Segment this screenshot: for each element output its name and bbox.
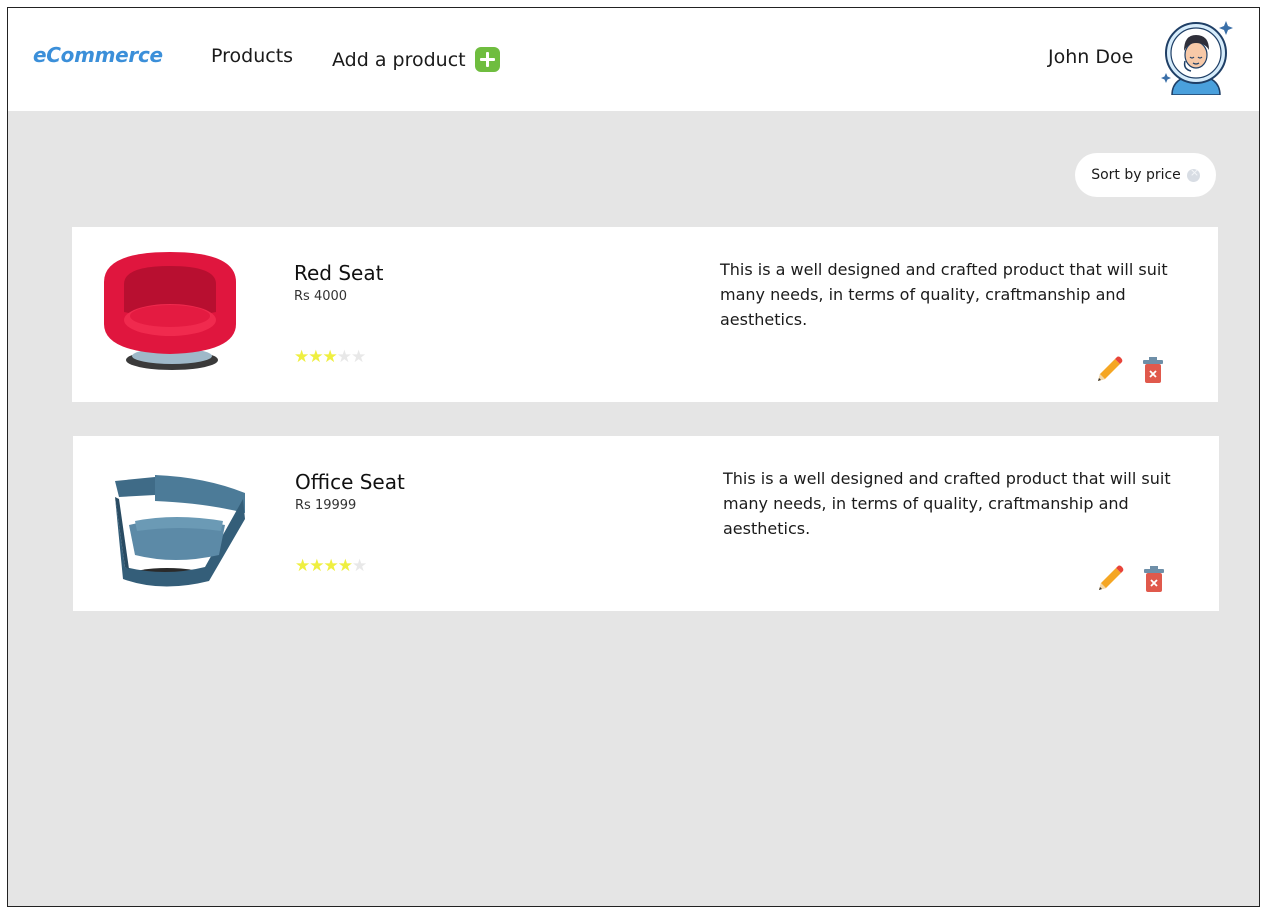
product-price: Rs 4000 (294, 289, 348, 304)
navbar: eCommerce Products Add a product John Do… (8, 8, 1259, 111)
product-name: Red Seat (294, 261, 384, 285)
astronaut-avatar-icon[interactable] (1158, 15, 1234, 95)
product-card: Office Seat Rs 19999 ★★★★★ This is a wel… (73, 436, 1219, 611)
star-filled-icon: ★ (323, 556, 339, 576)
product-description: This is a well designed and crafted prod… (720, 260, 1168, 329)
nav-add-product-label: Add a product (332, 48, 466, 71)
star-empty-icon: ★ (352, 556, 367, 576)
app-frame: eCommerce Products Add a product John Do… (7, 7, 1260, 907)
star-filled-icon: ★ (295, 556, 310, 576)
rating-stars: ★★★★★ (295, 556, 367, 576)
nav-products-link[interactable]: Products (211, 45, 293, 67)
star-filled-icon: ★ (308, 347, 323, 367)
delete-trash-icon[interactable] (1138, 355, 1168, 385)
star-filled-icon: ★ (294, 347, 309, 367)
product-description: This is a well designed and crafted prod… (723, 469, 1171, 538)
product-name: Office Seat (295, 470, 405, 494)
product-price: Rs 19999 (295, 498, 357, 513)
product-card: Red Seat Rs 4000 ★★★★★ This is a well de… (72, 227, 1218, 402)
user-name: John Doe (1048, 46, 1134, 68)
sort-by-price-button[interactable]: Sort by price (1075, 153, 1216, 197)
star-filled-icon: ★ (322, 347, 338, 367)
brand-logo[interactable]: eCommerce (33, 43, 163, 67)
sort-by-price-label: Sort by price (1091, 167, 1181, 183)
star-empty-icon: ★ (351, 347, 366, 367)
star-filled-icon: ★ (337, 556, 353, 576)
red-armchair-icon (104, 252, 236, 370)
nav-add-product-link[interactable]: Add a product (332, 47, 500, 72)
star-empty-icon: ★ (336, 347, 352, 367)
delete-trash-icon[interactable] (1139, 564, 1169, 594)
rating-stars: ★★★★★ (294, 347, 366, 367)
star-filled-icon: ★ (309, 556, 324, 576)
edit-pencil-icon[interactable] (1094, 355, 1124, 385)
plus-icon (474, 47, 500, 72)
clear-sort-icon[interactable] (1186, 166, 1200, 182)
edit-pencil-icon[interactable] (1095, 564, 1125, 594)
blue-armchair-icon (115, 475, 245, 587)
